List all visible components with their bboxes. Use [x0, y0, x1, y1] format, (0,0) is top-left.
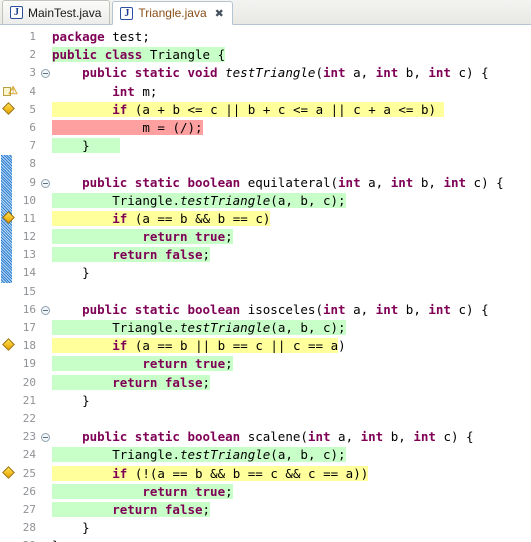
- line-number: 12: [22, 230, 36, 244]
- coverage-highlight: if (!(a == b && b == c && c == a)): [52, 465, 369, 481]
- code-line[interactable]: return false;: [38, 374, 531, 392]
- code-editor[interactable]: ⚠ 1 2 3 4 5 6 7 8 9 10 11 12 13 14 15 16 17 18 19 20 21 22 23 2…: [0, 25, 531, 542]
- line-number: 2: [29, 48, 36, 62]
- java-file-icon: J: [120, 6, 134, 20]
- code-line[interactable]: [38, 410, 531, 428]
- line-number: 11: [22, 211, 36, 225]
- coverage-highlight: Triangle.testTriangle(a, b, c);: [52, 192, 346, 208]
- close-icon[interactable]: ✖: [215, 8, 224, 19]
- line-number: 20: [22, 375, 36, 389]
- line-number: 14: [22, 266, 36, 280]
- code-line[interactable]: public static boolean equilateral(int a,…: [38, 174, 531, 192]
- line-number: 8: [29, 157, 36, 171]
- coverage-highlight: if (a == b && b == c): [52, 210, 271, 226]
- source-code-area[interactable]: package test; public class Triangle { pub…: [38, 28, 531, 542]
- coverage-highlight: return true;: [52, 356, 233, 372]
- line-number-ruler: 1 2 3 4 5 6 7 8 9 10 11 12 13 14 15 16 17 18 19 20 21 22 23 24 2…: [12, 28, 38, 542]
- code-line[interactable]: }: [38, 264, 531, 282]
- line-number: 19: [22, 357, 36, 371]
- code-line[interactable]: return true;: [38, 228, 531, 246]
- code-line[interactable]: }: [38, 519, 531, 537]
- code-line[interactable]: }: [38, 392, 531, 410]
- annotation-ruler[interactable]: ⚠: [0, 25, 18, 542]
- line-number: 28: [22, 521, 36, 535]
- code-line[interactable]: [38, 155, 531, 173]
- code-line[interactable]: public static boolean isosceles(int a, i…: [38, 301, 531, 319]
- line-number: 1: [29, 30, 36, 43]
- line-number: 25: [22, 466, 36, 480]
- line-number: 23: [22, 430, 36, 444]
- coverage-highlight: return true;: [52, 229, 233, 245]
- line-number: 13: [22, 248, 36, 262]
- java-file-icon: J: [10, 6, 23, 19]
- code-line[interactable]: Triangle.testTriangle(a, b, c);: [38, 192, 531, 210]
- coverage-highlight: return false;: [52, 374, 211, 390]
- code-line[interactable]: return true;: [38, 355, 531, 373]
- code-line[interactable]: }: [38, 537, 531, 542]
- line-number: 22: [22, 411, 36, 425]
- coverage-highlight: if (a + b <= c || b + c <= a || c + a <=…: [52, 101, 444, 117]
- line-number: 17: [22, 321, 36, 334]
- code-line[interactable]: int m;: [38, 83, 531, 101]
- code-line[interactable]: return true;: [38, 483, 531, 501]
- line-number: 3: [29, 66, 36, 80]
- code-line[interactable]: return false;: [38, 501, 531, 519]
- line-number: 4: [29, 84, 36, 98]
- code-line[interactable]: public static void testTriangle(int a, i…: [38, 64, 531, 82]
- line-number: 27: [22, 502, 36, 516]
- line-number: 29: [12, 537, 38, 542]
- code-line[interactable]: Triangle.testTriangle(a, b, c);: [38, 319, 531, 337]
- editor-tab-bar: J MainTest.java J Triangle.java ✖: [0, 0, 531, 25]
- coverage-highlight: public class Triangle {: [52, 47, 226, 63]
- tab-label: MainTest.java: [28, 5, 102, 20]
- line-number: 24: [22, 448, 36, 462]
- code-line[interactable]: if (a == b || b == c || c == a): [38, 337, 531, 355]
- code-line[interactable]: return false;: [38, 246, 531, 264]
- line-number: 5: [29, 102, 36, 116]
- line-number: 15: [22, 284, 36, 298]
- line-number: 21: [22, 393, 36, 407]
- coverage-highlight: m = (/);: [52, 119, 203, 135]
- line-number: 26: [22, 484, 36, 498]
- code-line[interactable]: Triangle.testTriangle(a, b, c);: [38, 446, 531, 464]
- code-line[interactable]: public static boolean scalene(int a, int…: [38, 428, 531, 446]
- tab-label: Triangle.java: [138, 6, 207, 20]
- coverage-highlight: Triangle.testTriangle(a, b, c);: [52, 447, 346, 463]
- code-line[interactable]: }: [38, 137, 531, 155]
- line-number: 9: [29, 175, 36, 189]
- code-line[interactable]: if (a + b <= c || b + c <= a || c + a <=…: [38, 101, 531, 119]
- coverage-highlight: if (a == b || b == c || c == a: [52, 338, 339, 354]
- coverage-highlight: }: [52, 138, 120, 154]
- code-line[interactable]: public class Triangle {: [38, 46, 531, 64]
- coverage-highlight: return false;: [52, 247, 211, 263]
- tab-maintest-java[interactable]: J MainTest.java: [2, 0, 111, 24]
- code-line[interactable]: [38, 283, 531, 301]
- code-line[interactable]: if (a == b && b == c): [38, 210, 531, 228]
- line-number: 6: [29, 120, 36, 134]
- line-number: 10: [22, 193, 36, 207]
- code-line[interactable]: package test;: [38, 28, 531, 46]
- line-number: 16: [22, 302, 36, 316]
- code-line[interactable]: if (!(a == b && b == c && c == a)): [38, 465, 531, 483]
- coverage-highlight: return false;: [52, 501, 211, 517]
- line-number: 18: [22, 339, 36, 353]
- code-line[interactable]: m = (/);: [38, 119, 531, 137]
- tab-triangle-java[interactable]: J Triangle.java ✖: [112, 1, 233, 25]
- line-number: 7: [29, 139, 36, 153]
- coverage-highlight: return true;: [52, 483, 233, 499]
- coverage-highlight: Triangle.testTriangle(a, b, c);: [52, 320, 346, 335]
